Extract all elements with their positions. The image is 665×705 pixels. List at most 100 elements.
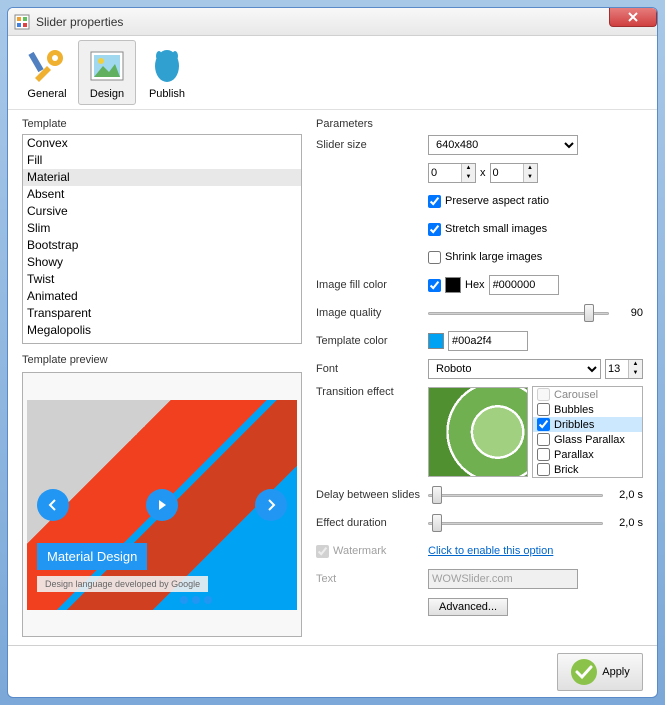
effect-item[interactable]: Brick (533, 462, 642, 477)
effect-checkbox[interactable] (537, 463, 550, 476)
text-label: Text (316, 573, 428, 585)
duration-value: 2,0 s (607, 517, 643, 529)
image-icon (87, 46, 127, 86)
template-item[interactable]: Fill (23, 152, 301, 169)
effect-item-label: Parallax (554, 449, 594, 461)
preview-label: Template preview (22, 354, 302, 366)
template-color-label: Template color (316, 335, 428, 347)
duration-label: Effect duration (316, 517, 428, 529)
advanced-button[interactable]: Advanced... (428, 598, 508, 616)
effect-item[interactable]: Parallax (533, 447, 642, 462)
effect-item[interactable]: Dribbles (533, 417, 642, 432)
properties-window: Slider properties General Design Publish… (7, 7, 658, 698)
delay-slider[interactable] (428, 486, 603, 504)
effect-checkbox[interactable] (537, 448, 550, 461)
close-button[interactable] (609, 7, 657, 27)
quality-value: 90 (613, 307, 643, 319)
watermark-label: Watermark (333, 545, 386, 557)
template-color-swatch[interactable] (428, 333, 444, 349)
check-icon (570, 658, 598, 686)
slider-size-select[interactable]: 640x480 (428, 135, 578, 155)
tab-publish[interactable]: Publish (138, 40, 196, 105)
content-area: Template ConvexFillMaterialAbsentCursive… (8, 110, 657, 645)
effect-listbox[interactable]: Carousel Bubbles Dribbles Glass Parallax Par… (532, 386, 643, 478)
parameters-label: Parameters (316, 118, 643, 130)
publish-icon (147, 46, 187, 86)
stretch-checkbox[interactable] (428, 223, 441, 236)
template-item[interactable]: Cursive (23, 203, 301, 220)
template-item[interactable]: Transparent (23, 305, 301, 322)
effect-item[interactable]: Carousel (533, 387, 642, 402)
effect-checkbox[interactable] (537, 418, 550, 431)
watermark-checkbox (316, 545, 329, 558)
play-icon (157, 499, 167, 511)
delay-value: 2,0 s (607, 489, 643, 501)
preview-prev-button[interactable] (37, 489, 69, 521)
template-item[interactable]: Megalopolis (23, 322, 301, 339)
template-label: Template (22, 118, 302, 130)
slider-size-label: Slider size (316, 139, 428, 151)
template-item[interactable]: Material (23, 169, 301, 186)
template-color-input[interactable] (448, 331, 528, 351)
template-listbox[interactable]: ConvexFillMaterialAbsentCursiveSlimBoots… (22, 134, 302, 344)
preserve-aspect-checkbox[interactable] (428, 195, 441, 208)
quality-label: Image quality (316, 307, 428, 319)
template-item[interactable]: Showy (23, 254, 301, 271)
effect-checkbox[interactable] (537, 433, 550, 446)
window-title: Slider properties (36, 15, 123, 29)
chevron-right-icon (266, 499, 276, 511)
tab-design[interactable]: Design (78, 40, 136, 105)
width-spinner[interactable]: ▲▼ (428, 163, 476, 183)
font-label: Font (316, 363, 428, 375)
watermark-text-input (428, 569, 578, 589)
template-item[interactable]: Animated (23, 288, 301, 305)
preview-image: Material Design Design language develope… (27, 400, 297, 610)
effect-checkbox[interactable] (537, 388, 550, 401)
quality-slider[interactable] (428, 304, 609, 322)
template-item[interactable]: Slim (23, 220, 301, 237)
effect-checkbox[interactable] (537, 403, 550, 416)
font-select[interactable]: Roboto (428, 359, 601, 379)
fill-color-checkbox[interactable] (428, 279, 441, 292)
template-preview: Material Design Design language develope… (22, 372, 302, 637)
height-spinner[interactable]: ▲▼ (490, 163, 538, 183)
effect-item-label: Bubbles (554, 404, 594, 416)
preview-dots (180, 596, 212, 604)
effect-item-label: Brick (554, 464, 578, 476)
delay-label: Delay between slides (316, 489, 428, 501)
preview-caption: Material Design (37, 543, 147, 570)
fill-hex-input[interactable] (489, 275, 559, 295)
effect-item[interactable]: Glass Parallax (533, 432, 642, 447)
template-item[interactable]: Twist (23, 271, 301, 288)
chevron-left-icon (48, 499, 58, 511)
shrink-checkbox[interactable] (428, 251, 441, 264)
template-item[interactable]: Convex (23, 135, 301, 152)
duration-slider[interactable] (428, 514, 603, 532)
effect-item-label: Dribbles (554, 419, 594, 431)
preview-next-button[interactable] (255, 489, 287, 521)
fill-color-swatch[interactable] (445, 277, 461, 293)
footer: Apply (8, 645, 657, 697)
shrink-label: Shrink large images (445, 251, 542, 263)
effect-item[interactable]: Bubbles (533, 402, 642, 417)
effect-preview (428, 387, 528, 477)
close-icon (628, 12, 638, 22)
preserve-aspect-label: Preserve aspect ratio (445, 195, 549, 207)
effect-item-label: Glass Parallax (554, 434, 625, 446)
template-item[interactable]: Absent (23, 186, 301, 203)
template-item[interactable]: Bootstrap (23, 237, 301, 254)
right-column: Parameters Slider size 640x480 ▲▼ x ▲▼ P… (316, 118, 643, 637)
apply-button[interactable]: Apply (557, 653, 643, 691)
stretch-label: Stretch small images (445, 223, 547, 235)
fill-color-label: Image fill color (316, 279, 428, 291)
preview-play-button[interactable] (146, 489, 178, 521)
tab-general[interactable]: General (18, 40, 76, 105)
effect-label: Transition effect (316, 386, 428, 398)
toolbar: General Design Publish (8, 36, 657, 110)
font-size-spinner[interactable]: ▲▼ (605, 359, 643, 379)
preview-subcaption: Design language developed by Google (37, 576, 208, 592)
watermark-enable-link[interactable]: Click to enable this option (428, 545, 553, 557)
app-icon (14, 14, 30, 30)
titlebar: Slider properties (8, 8, 657, 36)
hex-label: Hex (465, 279, 485, 291)
